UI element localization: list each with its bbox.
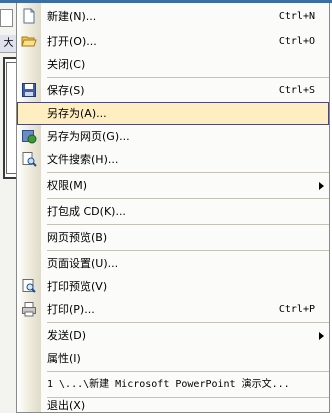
menu-item-label: 新建(N)... [47,10,97,23]
menu-item-label: 另存为(A)... [47,107,107,120]
menu-item-close[interactable]: 关闭(C) [17,53,329,76]
menu-separator [47,250,329,251]
menu-item-page-setup[interactable]: 页面设置(U)... [17,252,329,275]
menu-item-shortcut: Ctrl+P [278,304,315,315]
menu-item-label: 退出(X) [47,399,86,412]
file-menu: 新建(N)... Ctrl+N 打开(O)... Ctrl+O 关闭(C) 保存… [16,3,330,413]
menu-separator [47,172,329,173]
menu-item-permission[interactable]: 权限(M) [17,174,329,197]
menu-separator [47,198,329,199]
printer-icon [21,301,37,317]
task-pane-tab[interactable]: 大 [0,35,17,53]
file-search-icon [21,151,37,167]
menu-item-label: 属性(I) [47,352,81,365]
menu-item-label: 保存(S) [47,84,85,97]
menu-separator [47,371,329,372]
menu-item-print[interactable]: 打印(P)... Ctrl+P [17,298,329,321]
menu-item-label: 打印预览(V) [47,280,108,293]
menu-item-label: 打印(P)... [47,303,95,316]
menu-item-label: 网页预览(B) [47,231,108,244]
menu-item-shortcut: Ctrl+O [278,36,315,47]
menu-item-open[interactable]: 打开(O)... Ctrl+O [17,30,329,53]
submenu-arrow-icon [319,332,324,340]
menu-item-properties[interactable]: 属性(I) [17,347,329,370]
menu-item-label: 另存为网页(G)... [47,130,130,143]
save-as-web-icon [21,128,37,144]
menu-separator [47,77,329,78]
menu-item-shortcut: Ctrl+N [278,11,315,22]
menu-item-print-preview[interactable]: 打印预览(V) [17,275,329,298]
menu-item-save[interactable]: 保存(S) Ctrl+S [17,79,329,102]
menu-item-label: 页面设置(U)... [47,257,119,270]
toolbar-new-icon[interactable] [0,9,13,27]
menu-item-save-as-web[interactable]: 另存为网页(G)... [17,125,329,148]
menu-item-exit[interactable]: 退出(X) [17,394,329,417]
submenu-arrow-icon [319,182,324,190]
save-disk-icon [21,82,37,98]
menu-item-label: 1 \...\新建 Microsoft PowerPoint 演示文... [47,379,290,390]
new-document-icon [21,8,37,24]
menu-item-label: 关闭(C) [47,58,86,71]
menu-item-new[interactable]: 新建(N)... Ctrl+N [17,5,329,28]
menu-item-label: 文件搜索(H)... [47,153,119,166]
menu-item-label: 发送(D) [47,329,87,342]
menu-item-label: 打开(O)... [47,35,97,48]
menu-item-save-as[interactable]: 另存为(A)... [17,102,329,125]
open-folder-icon [21,33,37,49]
menu-item-label: 打包成 CD(K)... [47,205,126,218]
menu-item-label: 权限(M) [47,179,88,192]
outline-pane-inner [6,62,16,174]
menu-item-recent-file[interactable]: 1 \...\新建 Microsoft PowerPoint 演示文... [17,373,329,396]
menu-separator [47,322,329,323]
menu-item-web-preview[interactable]: 网页预览(B) [17,226,329,249]
menu-item-file-search[interactable]: 文件搜索(H)... [17,148,329,171]
menu-item-package-cd[interactable]: 打包成 CD(K)... [17,200,329,223]
menu-item-send[interactable]: 发送(D) [17,324,329,347]
menu-separator [47,224,329,225]
menu-item-shortcut: Ctrl+S [278,85,315,96]
print-preview-icon [21,278,37,294]
